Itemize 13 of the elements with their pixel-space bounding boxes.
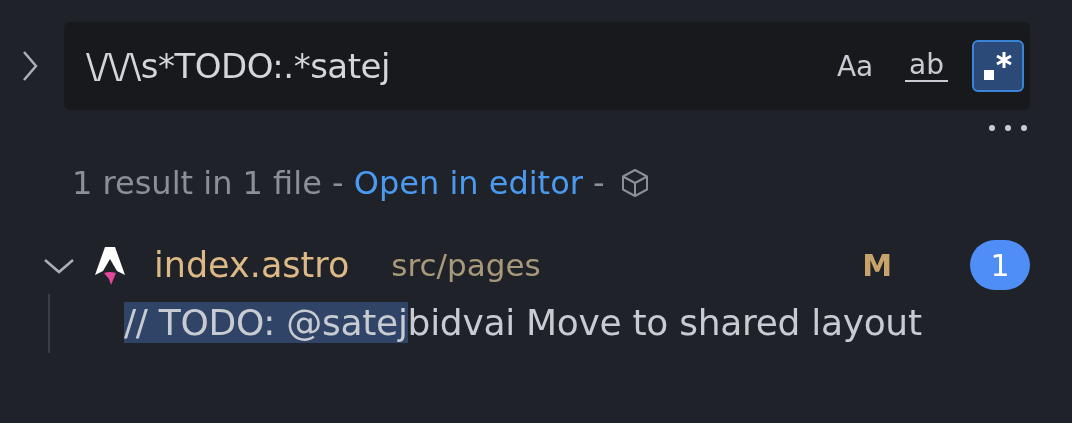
file-path: src/pages bbox=[391, 247, 542, 283]
more-icon[interactable] bbox=[988, 124, 1028, 132]
summary-text: 1 result in 1 file - Open in editor - bbox=[72, 164, 605, 202]
match-line[interactable]: // TODO: @satejbidvai Move to shared layout bbox=[124, 302, 1072, 343]
search-field[interactable]: \/\/\s*TODO:.*satej Aa ab bbox=[64, 22, 1030, 110]
open-in-editor-link[interactable]: Open in editor bbox=[353, 164, 583, 202]
file-type-icon bbox=[94, 245, 126, 285]
count-badge: 1 bbox=[970, 240, 1030, 290]
case-toggle[interactable]: Aa bbox=[829, 40, 882, 92]
git-status: M bbox=[862, 247, 892, 283]
file-name: index.astro bbox=[154, 245, 350, 285]
word-toggle[interactable]: ab bbox=[899, 40, 954, 92]
regex-toggle[interactable] bbox=[972, 40, 1024, 92]
